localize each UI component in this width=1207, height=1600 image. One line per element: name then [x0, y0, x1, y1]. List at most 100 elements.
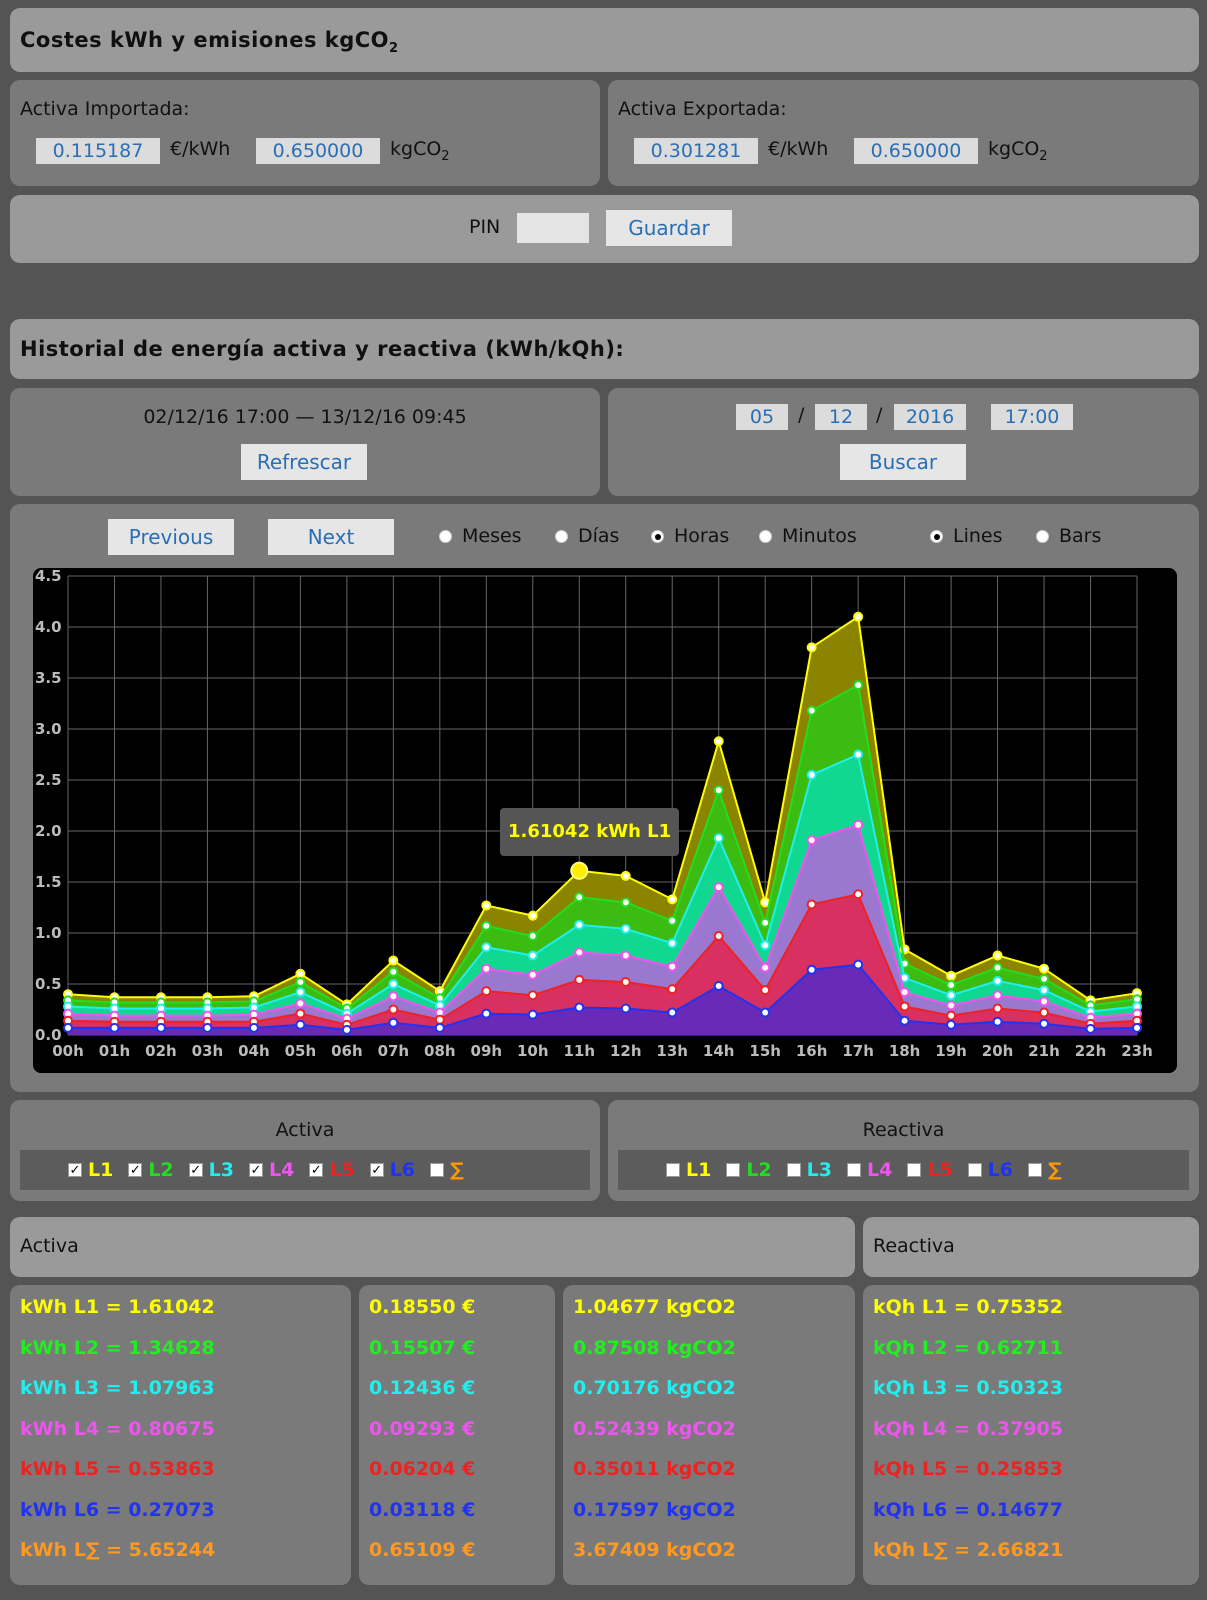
radio-lines[interactable]: Lines: [930, 525, 1003, 547]
month-input[interactable]: 12: [815, 404, 867, 430]
x-tick-label: 15h: [749, 1042, 781, 1060]
point-L4: [899, 987, 910, 998]
point-L2: [992, 962, 1003, 973]
radio-horas[interactable]: Horas: [651, 525, 729, 547]
checkbox-5[interactable]: ✓ L5: [309, 1159, 355, 1181]
import-price-input[interactable]: 0.115187: [36, 138, 160, 164]
import-co2-unit: kgCO2: [390, 138, 450, 164]
checkbox-box[interactable]: [786, 1163, 801, 1177]
checkbox-7[interactable]: ∑: [1027, 1159, 1062, 1181]
x-tick-label: 00h: [52, 1042, 84, 1060]
point-L6: [527, 1009, 538, 1020]
point-L5: [853, 889, 864, 900]
eur-value: 0.03118 €: [369, 1498, 476, 1521]
buscar-button[interactable]: Buscar: [840, 444, 966, 480]
radio-dot[interactable]: [439, 529, 452, 543]
point-L5: [806, 899, 817, 910]
checkbox-label: L1: [686, 1159, 712, 1181]
checkbox-4[interactable]: L4: [846, 1159, 892, 1181]
checkbox-7[interactable]: ∑: [429, 1159, 464, 1181]
checkbox-box[interactable]: [726, 1163, 741, 1177]
radio-bars[interactable]: Bars: [1036, 525, 1101, 547]
point-L2: [853, 680, 864, 691]
radio-dot[interactable]: [759, 529, 772, 543]
y-tick-label: 1.0: [35, 924, 62, 942]
checkbox-3[interactable]: L3: [786, 1159, 832, 1181]
point-L4: [527, 969, 538, 980]
checkbox-box[interactable]: [907, 1163, 922, 1177]
point-L6: [109, 1022, 120, 1033]
co2-value: 0.87508 kgCO2: [573, 1336, 736, 1359]
radio-dot[interactable]: [651, 529, 664, 543]
kwh-values: kWh L1 = 1.61042 kWh L2 = 1.34628 kWh L3 =…: [20, 1287, 215, 1571]
checkbox-1[interactable]: L1: [666, 1159, 711, 1181]
pin-input[interactable]: [517, 213, 589, 243]
radio-dias[interactable]: Días: [555, 525, 619, 547]
summary-reactiva-header: Reactiva: [863, 1217, 1199, 1277]
checkbox-2[interactable]: ✓ L2: [128, 1159, 174, 1181]
checkbox-2[interactable]: L2: [726, 1159, 772, 1181]
checkbox-1[interactable]: ✓ L1: [68, 1159, 113, 1181]
refrescar-button[interactable]: Refrescar: [241, 444, 367, 480]
y-tick-label: 3.0: [35, 720, 62, 738]
checkbox-3[interactable]: ✓ L3: [188, 1159, 234, 1181]
co2-value: 3.67409 kgCO2: [573, 1539, 736, 1561]
point-L3: [620, 923, 631, 934]
point-L2: [388, 966, 399, 977]
y-tick-label: 2.5: [35, 771, 62, 789]
checkbox-6[interactable]: L6: [967, 1159, 1013, 1181]
previous-button[interactable]: Previous: [108, 519, 234, 555]
point-L4: [946, 1000, 957, 1011]
checkbox-box[interactable]: [967, 1163, 982, 1177]
checkbox-box[interactable]: ✓: [309, 1163, 324, 1178]
time-input[interactable]: 17:00: [991, 404, 1073, 430]
checkbox-box[interactable]: [429, 1163, 444, 1177]
point-L3: [667, 938, 678, 949]
point-L1: [806, 642, 817, 653]
co2-value: 0.70176 kgCO2: [573, 1377, 736, 1399]
kwh-value: kWh L∑ = 5.65244: [20, 1539, 216, 1561]
eur-value: 0.65109 €: [369, 1539, 476, 1561]
export-price-input[interactable]: 0.301281: [634, 138, 758, 164]
point-L6: [853, 959, 864, 970]
guardar-button[interactable]: Guardar: [606, 210, 732, 246]
checkbox-4[interactable]: ✓ L4: [248, 1159, 294, 1181]
checkbox-box[interactable]: ✓: [369, 1163, 384, 1178]
kwh-value: kWh L1 = 1.61042: [20, 1296, 215, 1318]
point-L2: [946, 980, 957, 991]
point-L3: [295, 987, 306, 998]
kqh-value: kQh L1 = 0.75352: [873, 1296, 1063, 1318]
year-input[interactable]: 2016: [894, 404, 966, 430]
next-button[interactable]: Next: [268, 519, 394, 555]
kqh-value: kQh L∑ = 2.66821: [873, 1539, 1064, 1561]
radio-minutos[interactable]: Minutos: [759, 525, 857, 547]
point-L2: [295, 976, 306, 987]
radio-dot[interactable]: [555, 529, 568, 543]
point-L6: [388, 1017, 399, 1028]
x-tick-label: 19h: [935, 1042, 967, 1060]
checkbox-box[interactable]: ✓: [188, 1163, 203, 1178]
radio-meses[interactable]: Meses: [439, 525, 522, 547]
radio-label: Bars: [1059, 525, 1102, 547]
checkbox-5[interactable]: L5: [907, 1159, 953, 1181]
checkbox-box[interactable]: ✓: [68, 1163, 82, 1178]
checkbox-box[interactable]: ✓: [248, 1163, 263, 1178]
eur-values: 0.18550 € 0.15507 € 0.12436 € 0.09293 € 0.06…: [369, 1287, 475, 1571]
x-tick-label: 01h: [99, 1042, 131, 1060]
radio-label: Horas: [674, 525, 730, 547]
date-sep: /: [798, 404, 805, 426]
radio-dot[interactable]: [1036, 529, 1049, 543]
point-L5: [667, 984, 678, 995]
radio-dot[interactable]: [930, 529, 943, 543]
checkbox-6[interactable]: ✓ L6: [369, 1159, 415, 1181]
point-L1: [713, 736, 724, 747]
day-input[interactable]: 05: [736, 404, 788, 430]
checkbox-box[interactable]: [846, 1163, 861, 1177]
checkbox-box[interactable]: [666, 1163, 680, 1177]
checkbox-box[interactable]: [1027, 1163, 1042, 1177]
import-co2-input[interactable]: 0.650000: [256, 138, 380, 164]
point-L4: [853, 819, 864, 830]
checkbox-box[interactable]: ✓: [128, 1163, 143, 1178]
date-sep: /: [876, 404, 883, 426]
export-co2-input[interactable]: 0.650000: [854, 138, 978, 164]
